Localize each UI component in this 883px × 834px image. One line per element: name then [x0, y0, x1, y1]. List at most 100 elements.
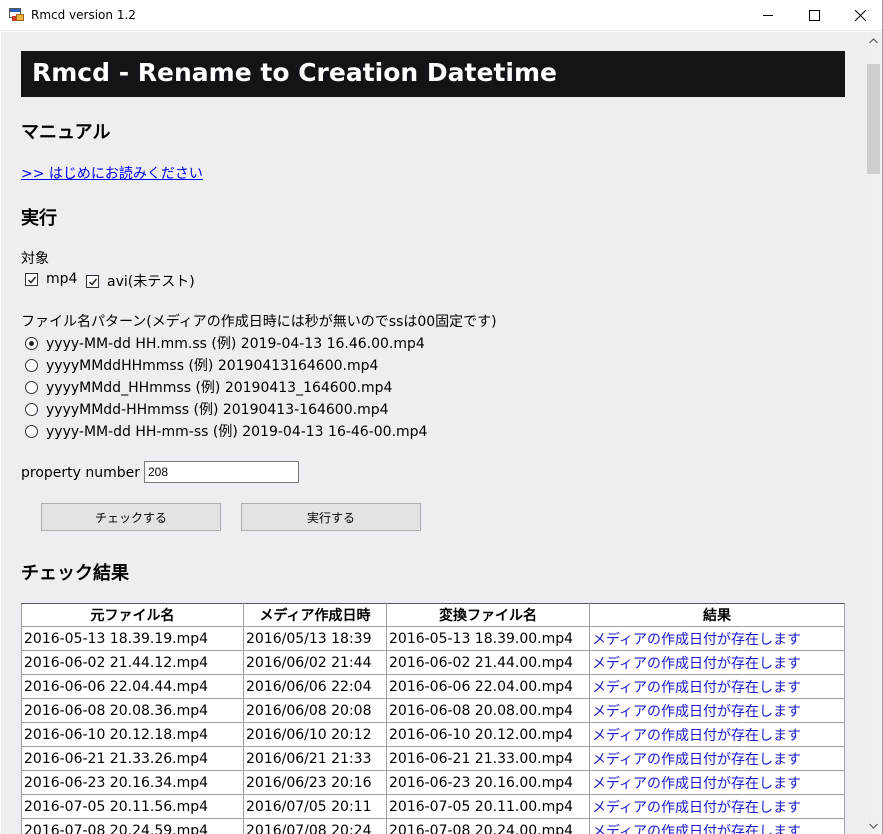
result-cell: メディアの作成日付が存在します [589, 650, 845, 675]
result-cell: メディアの作成日付が存在します [589, 794, 845, 819]
converted-filename-cell: 2016-07-05 20.11.00.mp4 [386, 794, 590, 819]
radio-selected-dot [29, 340, 34, 346]
mp4-checkbox[interactable]: mp4 [25, 271, 77, 287]
execute-heading: 実行 [21, 208, 57, 229]
result-cell: メディアの作成日付が存在します [589, 722, 845, 747]
converted-filename-cell: 2016-06-21 21.33.00.mp4 [386, 746, 590, 771]
mp4-checkbox-label: mp4 [46, 271, 78, 287]
minimize-button[interactable] [745, 0, 791, 31]
table-row: 2016-06-21 21.33.26.mp4 2016/06/21 21:33… [21, 746, 845, 771]
media-datetime-cell: 2016/06/10 20:12 [243, 722, 387, 747]
checkmark-icon [88, 278, 98, 286]
maximize-icon [808, 10, 820, 21]
property-number-input[interactable]: 208 [144, 461, 299, 483]
pattern-label: ファイル名パターン(メディアの作成日時には秒が無いのでssは00固定です) [21, 314, 497, 330]
minimize-icon [762, 15, 773, 16]
result-cell: メディアの作成日付が存在します [589, 674, 845, 699]
media-datetime-cell: 2016/06/08 20:08 [243, 698, 387, 723]
window-title: Rmcd version 1.2 [31, 8, 136, 22]
page-title: Rmcd - Rename to Creation Datetime [21, 51, 845, 97]
column-header: 結果 [589, 603, 845, 627]
table-row: 2016-06-23 20.16.34.mp4 2016/06/23 20:16… [21, 770, 845, 795]
result-cell: メディアの作成日付が存在します [589, 746, 845, 771]
original-filename-cell: 2016-06-08 20.08.36.mp4 [21, 698, 244, 723]
pattern-radio-label: yyyy-MM-dd HH.mm.ss (例) 2019-04-13 16.46… [46, 336, 425, 352]
original-filename-cell: 2016-06-06 22.04.44.mp4 [21, 674, 244, 699]
table-row: 2016-07-05 20.11.56.mp4 2016/07/05 20:11… [21, 794, 845, 819]
original-filename-cell: 2016-06-21 21.33.26.mp4 [21, 746, 244, 771]
target-label: 対象 [21, 251, 49, 267]
media-datetime-cell: 2016/07/08 20:24 [243, 818, 387, 834]
radio-circle[interactable] [25, 336, 38, 350]
property-number-label: property number [21, 465, 141, 481]
avi-checkbox[interactable]: avi(未テスト) [86, 271, 195, 291]
results-heading: チェック結果 [21, 563, 129, 584]
pattern-radio-label: yyyyMMdd_HHmmss (例) 20190413_164600.mp4 [46, 380, 393, 396]
table-row: 2016-05-13 18.39.19.mp4 2016/05/13 18:39… [21, 626, 845, 651]
close-button[interactable] [837, 0, 883, 31]
media-datetime-cell: 2016/05/13 18:39 [243, 626, 387, 651]
pattern-radio-dot[interactable]: yyyy-MM-dd HH.mm.ss (例) 2019-04-13 16.46… [25, 333, 425, 353]
converted-filename-cell: 2016-05-13 18.39.00.mp4 [386, 626, 590, 651]
converted-filename-cell: 2016-06-10 20.12.00.mp4 [386, 722, 590, 747]
result-cell: メディアの作成日付が存在します [589, 626, 845, 651]
pattern-radio-label: yyyyMMddHHmmss (例) 20190413164600.mp4 [46, 358, 379, 374]
media-datetime-cell: 2016/06/06 22:04 [243, 674, 387, 699]
checkmark-icon [27, 276, 37, 284]
pattern-radio-label: yyyy-MM-dd HH-mm-ss (例) 2019-04-13 16-46… [46, 424, 428, 440]
column-header: 変換ファイル名 [386, 603, 590, 627]
results-table: 元ファイル名 メディア作成日時 変換ファイル名 結果 2016-05-13 18… [21, 603, 845, 834]
scroll-up-button[interactable] [865, 32, 882, 49]
original-filename-cell: 2016-07-05 20.11.56.mp4 [21, 794, 244, 819]
converted-filename-cell: 2016-06-08 20.08.00.mp4 [386, 698, 590, 723]
manual-heading: マニュアル [21, 122, 111, 143]
pattern-radio-hyphen[interactable]: yyyyMMdd-HHmmss (例) 20190413-164600.mp4 [25, 399, 389, 419]
app-icon [9, 8, 25, 22]
result-cell: メディアの作成日付が存在します [589, 818, 845, 834]
original-filename-cell: 2016-05-13 18.39.19.mp4 [21, 626, 244, 651]
pattern-radio-compact[interactable]: yyyyMMddHHmmss (例) 20190413164600.mp4 [25, 355, 378, 375]
pattern-radio-dash-time[interactable]: yyyy-MM-dd HH-mm-ss (例) 2019-04-13 16-46… [25, 421, 427, 441]
table-header-row: 元ファイル名 メディア作成日時 変換ファイル名 結果 [21, 603, 845, 627]
table-row: 2016-06-10 20.12.18.mp4 2016/06/10 20:12… [21, 722, 845, 747]
readme-link[interactable]: >> はじめにお読みください [21, 163, 203, 183]
check-button[interactable]: チェックする [41, 503, 221, 531]
checkbox-box[interactable] [25, 272, 38, 286]
radio-circle[interactable] [25, 358, 38, 372]
converted-filename-cell: 2016-06-02 21.44.00.mp4 [386, 650, 590, 675]
original-filename-cell: 2016-06-23 20.16.34.mp4 [21, 770, 244, 795]
radio-circle[interactable] [25, 402, 38, 416]
column-header: 元ファイル名 [21, 603, 244, 627]
table-row: 2016-06-08 20.08.36.mp4 2016/06/08 20:08… [21, 698, 845, 723]
column-header: メディア作成日時 [243, 603, 387, 627]
converted-filename-cell: 2016-07-08 20.24.00.mp4 [386, 818, 590, 834]
media-datetime-cell: 2016/06/23 20:16 [243, 770, 387, 795]
scrollbar-thumb[interactable] [867, 64, 880, 174]
chevron-down-icon [869, 823, 878, 829]
title-bar: Rmcd version 1.2 [0, 0, 883, 31]
maximize-button[interactable] [791, 0, 837, 31]
avi-checkbox-label: avi(未テスト) [107, 274, 195, 290]
original-filename-cell: 2016-07-08 20.24.59.mp4 [21, 818, 244, 834]
radio-circle[interactable] [25, 380, 38, 394]
checkbox-box[interactable] [86, 274, 99, 288]
scroll-down-button[interactable] [865, 817, 882, 834]
run-button[interactable]: 実行する [241, 503, 421, 531]
pattern-radio-label: yyyyMMdd-HHmmss (例) 20190413-164600.mp4 [46, 402, 389, 418]
converted-filename-cell: 2016-06-23 20.16.00.mp4 [386, 770, 590, 795]
content-area: Rmcd - Rename to Creation Datetime マニュアル… [1, 32, 865, 834]
result-cell: メディアの作成日付が存在します [589, 698, 845, 723]
original-filename-cell: 2016-06-10 20.12.18.mp4 [21, 722, 244, 747]
media-datetime-cell: 2016/06/02 21:44 [243, 650, 387, 675]
chevron-up-icon [869, 37, 878, 43]
media-datetime-cell: 2016/07/05 20:11 [243, 794, 387, 819]
pattern-radio-underscore[interactable]: yyyyMMdd_HHmmss (例) 20190413_164600.mp4 [25, 377, 392, 397]
result-cell: メディアの作成日付が存在します [589, 770, 845, 795]
table-row: 2016-07-08 20.24.59.mp4 2016/07/08 20:24… [21, 818, 845, 834]
converted-filename-cell: 2016-06-06 22.04.00.mp4 [386, 674, 590, 699]
radio-circle[interactable] [25, 424, 38, 438]
vertical-scrollbar[interactable] [865, 32, 882, 834]
original-filename-cell: 2016-06-02 21.44.12.mp4 [21, 650, 244, 675]
media-datetime-cell: 2016/06/21 21:33 [243, 746, 387, 771]
close-icon [854, 10, 866, 21]
